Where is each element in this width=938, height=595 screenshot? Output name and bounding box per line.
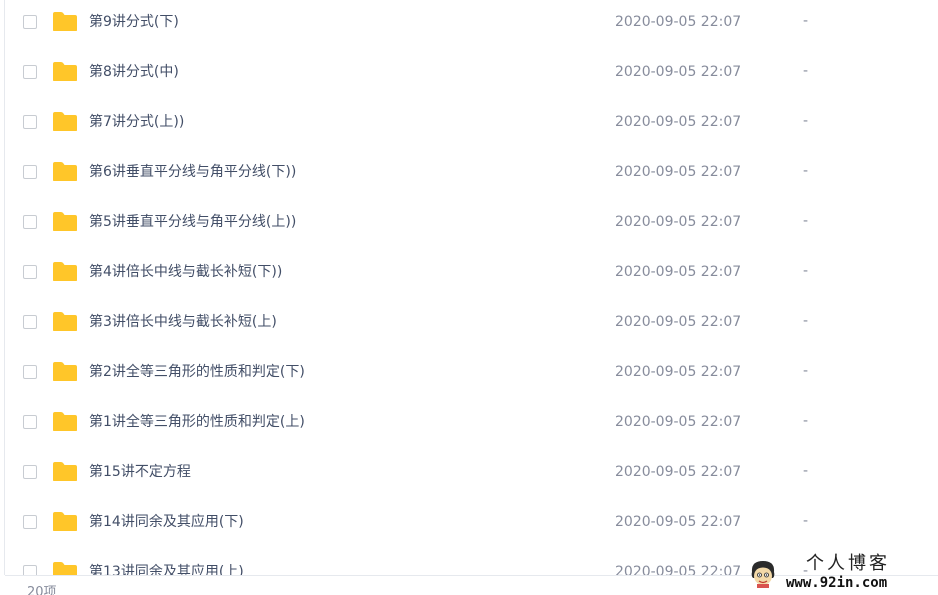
- file-size: -: [803, 13, 809, 29]
- row-checkbox[interactable]: [23, 515, 37, 529]
- file-size: -: [803, 313, 809, 329]
- file-list: 第9讲分式(下) 2020-09-05 22:07 - 第8讲分式(中) 2020-09…: [5, 0, 938, 575]
- file-name-link[interactable]: 第6讲垂直平分线与角平分线(下)): [89, 164, 296, 181]
- table-row[interactable]: 第9讲分式(下) 2020-09-05 22:07 -: [5, 0, 938, 50]
- modified-date: 2020-09-05 22:07: [615, 564, 742, 575]
- modified-date: 2020-09-05 22:07: [615, 114, 742, 130]
- file-name-link[interactable]: 第2讲全等三角形的性质和判定(下): [89, 364, 305, 381]
- file-browser: 第9讲分式(下) 2020-09-05 22:07 - 第8讲分式(中) 2020-09…: [0, 0, 938, 595]
- table-row[interactable]: 第5讲垂直平分线与角平分线(上)) 2020-09-05 22:07 -: [5, 200, 938, 250]
- file-name-link[interactable]: 第8讲分式(中): [89, 64, 179, 81]
- row-checkbox[interactable]: [23, 65, 37, 79]
- watermark-url: www.92in.com: [786, 575, 888, 591]
- file-size: -: [803, 413, 809, 429]
- file-size: -: [803, 163, 809, 179]
- file-name-link[interactable]: 第1讲全等三角形的性质和判定(上): [89, 414, 305, 431]
- folder-icon: [53, 62, 77, 81]
- file-size: -: [803, 213, 809, 229]
- file-name-link[interactable]: 第15讲不定方程: [89, 464, 191, 481]
- modified-date: 2020-09-05 22:07: [615, 364, 742, 380]
- folder-icon: [53, 462, 77, 481]
- watermark: 个人博客 www.92in.com: [744, 552, 938, 595]
- table-row[interactable]: 第3讲倍长中线与截长补短(上) 2020-09-05 22:07 -: [5, 300, 938, 350]
- row-checkbox[interactable]: [23, 465, 37, 479]
- folder-icon: [53, 262, 77, 281]
- row-checkbox[interactable]: [23, 365, 37, 379]
- table-row[interactable]: 第1讲全等三角形的性质和判定(上) 2020-09-05 22:07 -: [5, 400, 938, 450]
- file-name-link[interactable]: 第7讲分式(上)): [89, 114, 184, 131]
- file-size: -: [803, 63, 809, 79]
- file-size: -: [803, 263, 809, 279]
- folder-icon: [53, 112, 77, 131]
- row-checkbox[interactable]: [23, 315, 37, 329]
- row-checkbox[interactable]: [23, 15, 37, 29]
- item-count: 20项: [27, 585, 57, 595]
- file-name-link[interactable]: 第3讲倍长中线与截长补短(上): [89, 314, 277, 331]
- modified-date: 2020-09-05 22:07: [615, 214, 742, 230]
- table-row[interactable]: 第4讲倍长中线与截长补短(下)) 2020-09-05 22:07 -: [5, 250, 938, 300]
- folder-icon: [53, 212, 77, 231]
- modified-date: 2020-09-05 22:07: [615, 264, 742, 280]
- modified-date: 2020-09-05 22:07: [615, 314, 742, 330]
- row-checkbox[interactable]: [23, 565, 37, 575]
- folder-icon: [53, 412, 77, 431]
- folder-icon: [53, 312, 77, 331]
- table-row[interactable]: 第14讲同余及其应用(下) 2020-09-05 22:07 -: [5, 500, 938, 550]
- modified-date: 2020-09-05 22:07: [615, 464, 742, 480]
- file-name-link[interactable]: 第5讲垂直平分线与角平分线(上)): [89, 214, 296, 231]
- table-row[interactable]: 第2讲全等三角形的性质和判定(下) 2020-09-05 22:07 -: [5, 350, 938, 400]
- folder-icon: [53, 512, 77, 531]
- row-checkbox[interactable]: [23, 415, 37, 429]
- folder-icon: [53, 162, 77, 181]
- folder-icon: [53, 362, 77, 381]
- modified-date: 2020-09-05 22:07: [615, 514, 742, 530]
- file-size: -: [803, 463, 809, 479]
- table-row[interactable]: 第7讲分式(上)) 2020-09-05 22:07 -: [5, 100, 938, 150]
- file-size: -: [803, 363, 809, 379]
- file-name-link[interactable]: 第13讲同余及其应用(上): [89, 564, 244, 575]
- file-size: -: [803, 113, 809, 129]
- folder-icon: [53, 562, 77, 575]
- table-row[interactable]: 第8讲分式(中) 2020-09-05 22:07 -: [5, 50, 938, 100]
- modified-date: 2020-09-05 22:07: [615, 414, 742, 430]
- row-checkbox[interactable]: [23, 265, 37, 279]
- modified-date: 2020-09-05 22:07: [615, 64, 742, 80]
- file-name-link[interactable]: 第4讲倍长中线与截长补短(下)): [89, 264, 282, 281]
- file-name-link[interactable]: 第14讲同余及其应用(下): [89, 514, 244, 531]
- watermark-title: 个人博客: [806, 553, 890, 574]
- row-checkbox[interactable]: [23, 165, 37, 179]
- file-name-link[interactable]: 第9讲分式(下): [89, 14, 179, 31]
- table-row[interactable]: 第6讲垂直平分线与角平分线(下)) 2020-09-05 22:07 -: [5, 150, 938, 200]
- modified-date: 2020-09-05 22:07: [615, 14, 742, 30]
- row-checkbox[interactable]: [23, 115, 37, 129]
- table-row[interactable]: 第15讲不定方程 2020-09-05 22:07 -: [5, 450, 938, 500]
- cartoon-face-icon: [751, 561, 775, 588]
- folder-icon: [53, 12, 77, 31]
- modified-date: 2020-09-05 22:07: [615, 164, 742, 180]
- file-size: -: [803, 513, 809, 529]
- row-checkbox[interactable]: [23, 215, 37, 229]
